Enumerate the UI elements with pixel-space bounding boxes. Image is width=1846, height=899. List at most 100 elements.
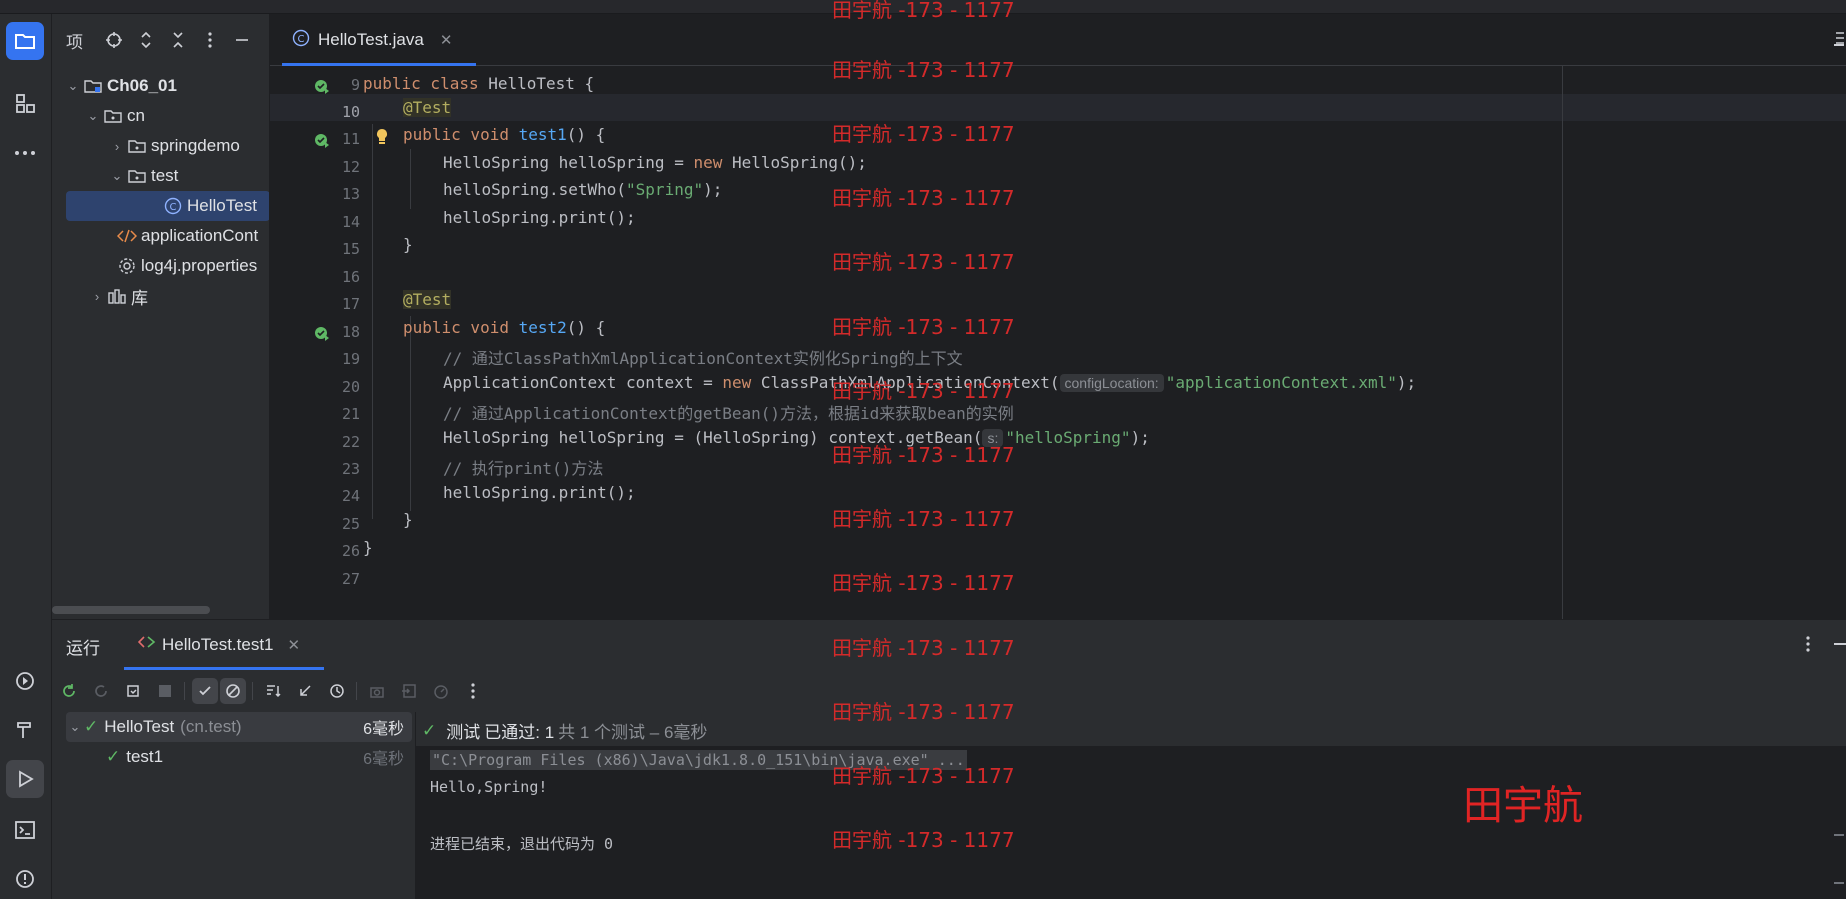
lightbulb-icon[interactable] [374,128,390,146]
code-line-9[interactable]: public class HelloTest { [363,74,594,93]
services-icon[interactable] [6,662,44,700]
chevron-down-icon[interactable]: ⌄ [108,168,126,184]
close-tab-icon[interactable]: ✕ [288,636,301,654]
options-icon[interactable] [194,24,226,56]
current-line-highlight [360,94,1846,121]
sort-icon[interactable] [260,678,286,704]
tab-run-config[interactable]: HelloTest.test1 ✕ [137,634,301,655]
comment: // 执行print()方法 [443,459,604,478]
tree-item-log4j[interactable]: log4j.properties [52,251,269,281]
tree-item-applicationcontext[interactable]: applicationCont [52,221,269,251]
console-panel: ✓ 测试 已通过: 1 共 1 个测试 – 6毫秒 "C:\Program Fi… [416,712,1846,899]
tree-item-test[interactable]: ⌄ test [52,161,269,191]
code-line-23[interactable]: // 执行print()方法 [443,455,603,479]
method-name: test2 [518,318,567,337]
status-detail: 共 1 个测试 – 6毫秒 [558,723,708,742]
chevron-down-icon[interactable]: ⌄ [84,108,102,124]
test-row-test1[interactable]: ✓ test1 6毫秒 [66,742,412,772]
code-line-14[interactable]: helloSpring.print(); [443,208,636,227]
collapse-all-icon[interactable] [162,24,194,56]
code-line-26[interactable]: } [363,538,373,557]
chevron-right-icon[interactable]: › [88,289,106,304]
tree-item-label: test [151,166,179,185]
console-scroll-marks[interactable] [1834,834,1844,884]
console-output[interactable]: "C:\Program Files (x86)\Java\jdk1.8.0_15… [416,746,1846,899]
chevron-down-icon[interactable]: ⌄ [64,78,82,94]
more-options-icon[interactable] [460,678,486,704]
horizontal-scrollbar[interactable] [52,606,210,614]
tree-item-project-root[interactable]: ⌄ Ch06_01 [52,71,269,101]
code-line-11[interactable]: public void test1() { [403,125,605,144]
run-test-class-icon[interactable] [314,78,330,94]
tree-item-libraries[interactable]: › 库 [52,281,269,311]
expand-all-icon[interactable] [130,24,162,56]
line-number: 12 [341,158,360,176]
more-tools-icon[interactable] [6,134,44,172]
options-icon[interactable] [1806,636,1810,657]
coverage-icon[interactable] [428,678,454,704]
passed-check-icon: ✓ [84,717,99,736]
annotation: @Test [403,98,452,117]
code-text: } [363,538,373,557]
import-tests-icon[interactable] [396,678,422,704]
comment: // 通过ClassPathXmlApplicationContext实例化Sp… [443,349,963,368]
passed-check-icon: ✓ [106,747,121,766]
code-text: } [403,510,413,529]
run-test2-icon[interactable] [314,325,330,341]
show-passed-icon[interactable] [192,678,218,704]
xml-file-icon [116,226,138,246]
code-line-12[interactable]: HelloSpring helloSpring = new HelloSprin… [443,153,867,172]
tree-item-hellotest[interactable]: C HelloTest [66,191,269,221]
code-line-13[interactable]: helloSpring.setWho("Spring"); [443,180,722,199]
locate-icon[interactable] [98,24,130,56]
close-tab-icon[interactable]: ✕ [440,31,453,49]
problems-icon[interactable] [6,860,44,898]
keyword: public void [403,125,519,144]
run-test1-icon[interactable] [314,132,330,148]
chevron-right-icon[interactable]: › [108,139,126,154]
test-package: (cn.test) [180,717,242,736]
test-row-hellotest[interactable]: ⌄ ✓ HelloTest (cn.test) 6毫秒 [66,712,412,742]
code-line-18[interactable]: public void test2() { [403,318,605,337]
terminal-icon[interactable] [6,811,44,849]
tree-item-cn[interactable]: ⌄ cn [52,101,269,131]
toggle-auto-test-icon[interactable] [120,678,146,704]
structure-icon[interactable] [6,84,44,122]
parameter-hint: configLocation: [1059,374,1164,392]
project-panel-header: 项 [52,14,269,66]
code-text: } [403,235,413,254]
code-line-25[interactable]: } [403,510,413,529]
tab-hellotest-java[interactable]: C HelloTest.java ✕ [282,14,462,66]
tool-window-strip [0,14,52,899]
editor-tab-bar: C HelloTest.java ✕ [270,14,1846,66]
code-line-10[interactable]: @Test [403,98,452,117]
line-number: 27 [341,570,360,588]
tree-item-springdemo[interactable]: › springdemo [52,131,269,161]
indent-guide [410,149,411,209]
line-number: 15 [341,240,360,258]
code-line-15[interactable]: } [403,235,413,254]
rerun-icon[interactable] [56,678,82,704]
code-line-22[interactable]: HelloSpring helloSpring = (HelloSpring) … [443,428,1150,447]
collapse-tests-icon[interactable] [292,678,318,704]
right-edge-strip [1830,14,1846,899]
console-line: 进程已结束，退出代码为 0 [430,835,614,853]
project-folder-icon[interactable] [6,22,44,60]
code-line-21[interactable]: // 通过ApplicationContext的getBean()方法，根据id… [443,400,1014,424]
code-line-24[interactable]: helloSpring.print(); [443,483,636,502]
build-hammer-icon[interactable] [6,711,44,749]
chevron-down-icon[interactable]: ⌄ [66,719,84,735]
hide-panel-icon[interactable] [226,24,258,56]
stop-icon[interactable] [152,678,178,704]
run-icon[interactable] [6,760,44,798]
code-line-20[interactable]: ApplicationContext context = new ClassPa… [443,373,1416,392]
show-ignored-icon[interactable] [220,678,246,704]
screenshot-icon[interactable] [364,678,390,704]
toolbar-separator [356,682,357,700]
test-history-icon[interactable] [324,678,350,704]
run-toolbar [52,672,1846,708]
code-text: HelloSpring helloSpring = (HelloSpring) … [443,428,983,447]
rerun-failed-icon[interactable] [88,678,114,704]
code-line-17[interactable]: @Test [403,290,452,309]
code-line-19[interactable]: // 通过ClassPathXmlApplicationContext实例化Sp… [443,345,963,369]
